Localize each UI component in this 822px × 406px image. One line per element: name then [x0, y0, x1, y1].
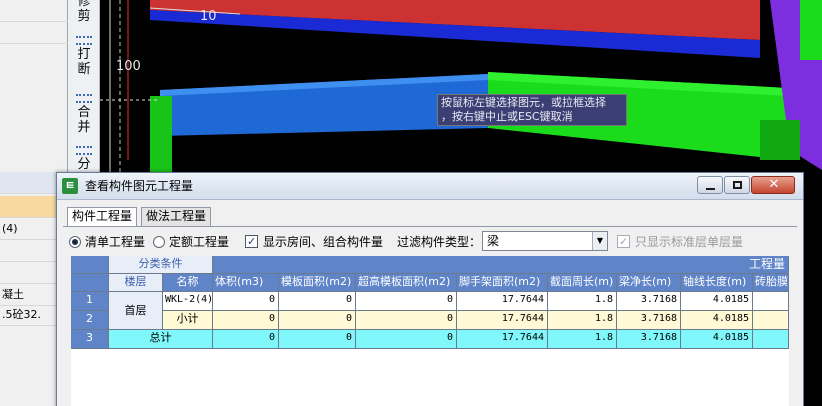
col-header-name[interactable]: 名称 [163, 274, 213, 292]
only-standard-floor-label: 只显示标准层单层量 [635, 235, 744, 249]
col-header-axis-length[interactable]: 轴线长度(m) [681, 274, 753, 292]
tooltip-line-2: ，按右键中止或ESC键取消 [441, 110, 573, 123]
formwork-cell[interactable]: 0 [279, 311, 356, 330]
col-header-high-formwork[interactable]: 超高模板面积(m2) [356, 274, 457, 292]
tab-component-quantity[interactable]: 构件工程量 [67, 207, 138, 227]
maximize-icon [733, 181, 742, 189]
break-button[interactable]: 打 断 [72, 36, 96, 77]
checkbox-icon [245, 234, 258, 250]
filter-value: 梁 [487, 234, 500, 248]
group-header-quantity: 工程量 [213, 256, 789, 274]
volume-cell[interactable]: 0 [213, 330, 279, 349]
high-formwork-cell[interactable]: 0 [356, 330, 457, 349]
only-standard-floor-checkbox[interactable]: 只显示标准层单层量 [617, 234, 743, 250]
merge-icon [76, 94, 92, 103]
minimize-button[interactable] [697, 176, 723, 194]
minimize-icon [706, 188, 715, 190]
radio-icon [153, 236, 165, 248]
radio-list-quantity[interactable]: 清单工程量 [69, 234, 145, 250]
formwork-cell[interactable]: 0 [279, 330, 356, 349]
radio-list-label: 清单工程量 [85, 235, 146, 249]
axis-length-cell[interactable]: 4.0185 [681, 292, 753, 311]
maximize-button[interactable] [724, 176, 750, 194]
selection-tooltip: 按鼠标左键选择图元，或拉框选择 ，按右键中止或ESC键取消 [437, 94, 627, 126]
quantity-dialog: ㅌ 查看构件图元工程量 ✕ 构件工程量 做法工程量 清单工程量 定额工程量 显示… [56, 172, 804, 406]
group-header-category: 分类条件 [109, 256, 213, 274]
break-label: 打 断 [77, 47, 91, 77]
col-header-floor[interactable]: 楼层 [109, 274, 163, 292]
radio-quota-label: 定额工程量 [169, 235, 230, 249]
green-block [760, 120, 800, 160]
dimension-label-100: 100 [116, 59, 141, 74]
subtotal-label[interactable]: 小计 [163, 311, 213, 330]
show-room-checkbox[interactable]: 显示房间、组合构件量 [245, 234, 383, 250]
col-header-brick-mold[interactable]: 砖胎膜 [753, 274, 789, 292]
tab-divider [63, 226, 797, 227]
high-formwork-cell[interactable]: 0 [356, 311, 457, 330]
close-button[interactable]: ✕ [751, 176, 795, 194]
volume-cell[interactable]: 0 [213, 292, 279, 311]
beam-length-cell[interactable]: 3.7168 [617, 292, 681, 311]
beam-length-cell[interactable]: 3.7168 [617, 311, 681, 330]
tooltip-line-1: 按鼠标左键选择图元，或拉框选择 [441, 96, 606, 109]
total-label[interactable]: 总计 [109, 330, 213, 349]
col-header-beam-length[interactable]: 梁净长(m) [617, 274, 681, 292]
green-post [800, 0, 822, 60]
scaffold-cell[interactable]: 17.7644 [457, 292, 548, 311]
brick-mold-cell[interactable] [753, 292, 789, 311]
row-number[interactable]: 1 [71, 292, 109, 311]
left-panel-row[interactable] [0, 22, 68, 44]
dialog-titlebar[interactable]: ㅌ 查看构件图元工程量 ✕ [57, 173, 803, 200]
filter-type-select[interactable]: 梁 ▼ [482, 231, 608, 251]
brick-mold-cell[interactable] [753, 330, 789, 349]
high-formwork-cell[interactable]: 0 [356, 292, 457, 311]
floor-cell[interactable]: 首层 [109, 292, 163, 330]
radio-icon [69, 236, 81, 248]
perimeter-cell[interactable]: 1.8 [548, 330, 617, 349]
dimension-label-10: 10 [200, 9, 217, 24]
filter-label: 过滤构件类型： [397, 235, 482, 249]
split-icon [76, 146, 92, 155]
name-cell[interactable]: WKL-2(4) [163, 292, 213, 311]
show-room-label: 显示房间、组合构件量 [263, 235, 384, 249]
perimeter-cell[interactable]: 1.8 [548, 292, 617, 311]
brick-mold-cell[interactable] [753, 311, 789, 330]
green-column [150, 96, 172, 176]
merge-button[interactable]: 合 并 [72, 94, 96, 135]
radio-quota-quantity[interactable]: 定额工程量 [153, 234, 229, 250]
axis-length-cell[interactable]: 4.0185 [681, 330, 753, 349]
perimeter-cell[interactable]: 1.8 [548, 311, 617, 330]
beam-length-cell[interactable]: 3.7168 [617, 330, 681, 349]
volume-cell[interactable]: 0 [213, 311, 279, 330]
checkbox-icon [617, 234, 630, 250]
chevron-down-icon[interactable]: ▼ [592, 232, 607, 250]
formwork-cell[interactable]: 0 [279, 292, 356, 311]
trim-label: 修 剪 [77, 0, 91, 24]
merge-label: 合 并 [77, 105, 91, 135]
split-label: 分 [77, 157, 91, 172]
col-header-perimeter[interactable]: 截面周长(m) [548, 274, 617, 292]
scaffold-cell[interactable]: 17.7644 [457, 330, 548, 349]
col-header-formwork[interactable]: 模板面积(m2) [279, 274, 356, 292]
trim-button[interactable]: 修 剪 [72, 0, 96, 24]
break-icon [76, 36, 92, 45]
left-panel-row[interactable] [0, 0, 68, 22]
col-header-scaffold[interactable]: 脚手架面积(m2) [457, 274, 548, 292]
col-header-volume[interactable]: 体积(m3) [213, 274, 279, 292]
quantity-table: 分类条件 工程量 楼层 名称 体积(m3) 模板面积(m2) 超高模板面积(m2… [71, 256, 789, 406]
corner-cell [71, 256, 109, 274]
scaffold-cell[interactable]: 17.7644 [457, 311, 548, 330]
row-number[interactable]: 3 [71, 330, 109, 349]
split-button[interactable]: 分 [72, 146, 96, 172]
axis-length-cell[interactable]: 4.0185 [681, 311, 753, 330]
edit-toolbar: 修 剪 打 断 合 并 分 [68, 0, 100, 180]
close-icon: ✕ [768, 177, 780, 192]
dialog-title: 查看构件图元工程量 [85, 179, 194, 193]
row-number[interactable]: 2 [71, 311, 109, 330]
corner-cell-2 [71, 274, 109, 292]
tab-method-quantity[interactable]: 做法工程量 [141, 207, 212, 226]
app-icon: ㅌ [62, 178, 78, 194]
